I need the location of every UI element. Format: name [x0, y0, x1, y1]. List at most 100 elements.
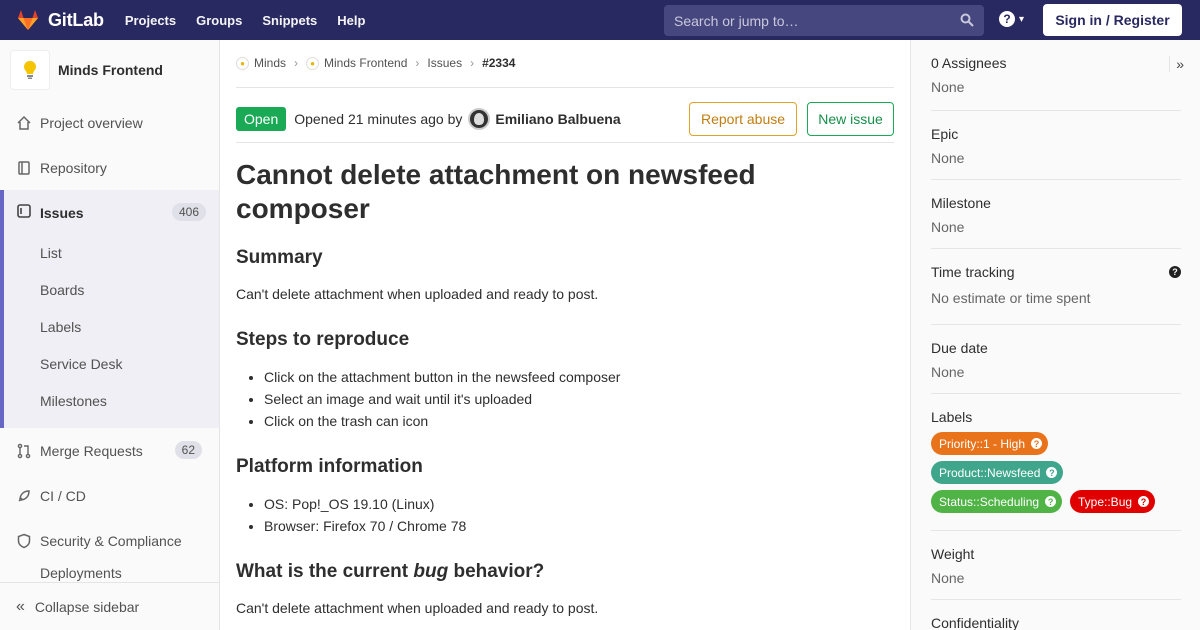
sidebar-item-security[interactable]: Security & Compliance — [0, 518, 219, 563]
list-item: Select an image and wait until it's uplo… — [264, 388, 620, 410]
sidebar-item-deployments[interactable]: Deployments — [0, 563, 219, 583]
due-date-block: Due date None — [931, 340, 1181, 394]
gitlab-tanuki-icon — [18, 10, 38, 30]
sidebar-sub-list[interactable]: List — [40, 245, 62, 261]
chevron-down-icon: ▾ — [1019, 13, 1025, 25]
author-name[interactable]: Emiliano Balbuena — [495, 111, 620, 127]
assignees-value: None — [931, 79, 965, 95]
steps-heading: Steps to reproduce — [236, 329, 410, 350]
list-item: OS: Pop!_OS 19.10 (Linux) — [264, 493, 466, 515]
shield-icon — [16, 533, 32, 549]
breadcrumb-current[interactable]: #2334 — [482, 56, 515, 70]
sidebar-item-overview[interactable]: Project overview — [0, 100, 219, 145]
question-icon: ? — [1031, 438, 1043, 449]
signin-button[interactable]: Sign in / Register — [1043, 4, 1182, 36]
current-behavior-heading: What is the current bug behavior? — [236, 561, 545, 582]
steps-list: Click on the attachment button in the ne… — [264, 366, 620, 432]
weight-value: None — [931, 570, 965, 586]
sidebar-sub-labels[interactable]: Labels — [40, 319, 81, 335]
breadcrumb: ● Minds › ● Minds Frontend › Issues › #2… — [236, 56, 515, 70]
question-icon: ? — [1046, 467, 1058, 478]
time-tracking-block: Time tracking ? No estimate or time spen… — [931, 264, 1181, 325]
status-badge: Open — [236, 107, 287, 131]
sidebar-item-label: Deployments — [40, 565, 122, 581]
platform-heading: Platform information — [236, 456, 423, 477]
divider — [236, 142, 894, 143]
sidebar-item-merge-requests[interactable]: Merge Requests 62 — [0, 428, 219, 473]
time-tracking-value: No estimate or time spent — [931, 290, 1091, 306]
nav-snippets[interactable]: Snippets — [262, 13, 317, 28]
help-dropdown[interactable]: ? ▾ — [999, 11, 1024, 27]
sidebar-sub-boards[interactable]: Boards — [40, 282, 84, 298]
assignees-block: 0 Assignees None — [931, 55, 1181, 111]
double-chevron-left-icon: « — [16, 597, 25, 615]
brand-name: GitLab — [48, 9, 104, 30]
summary-heading: Summary — [236, 247, 323, 268]
breadcrumb-project[interactable]: Minds Frontend — [324, 56, 407, 70]
merge-request-icon — [16, 443, 32, 459]
author-avatar[interactable] — [468, 108, 491, 130]
labels-title: Labels — [931, 409, 973, 425]
issues-count-badge: 406 — [171, 203, 206, 221]
issues-icon — [16, 203, 32, 222]
sidebar-item-cicd[interactable]: CI / CD — [0, 473, 219, 518]
label-priority[interactable]: Priority::1 - High? — [931, 432, 1049, 455]
due-date-title: Due date — [931, 340, 988, 356]
lightbulb-icon: ● — [306, 56, 320, 70]
report-abuse-button[interactable]: Report abuse — [689, 102, 797, 136]
label-product[interactable]: Product::Newsfeed? — [931, 461, 1064, 484]
question-icon: ? — [999, 11, 1015, 27]
mr-count-badge: 62 — [174, 441, 202, 459]
issue-main: ● Minds › ● Minds Frontend › Issues › #2… — [236, 40, 894, 630]
collapse-sidebar-button[interactable]: « Collapse sidebar — [0, 582, 219, 630]
time-tracking-title: Time tracking — [931, 264, 1015, 280]
milestone-value: None — [931, 219, 965, 235]
label-status[interactable]: Status::Scheduling? — [931, 490, 1063, 513]
assignees-title: 0 Assignees — [931, 55, 1007, 71]
issue-right-sidebar: » 0 Assignees None Epic None Milestone N… — [910, 40, 1200, 630]
platform-list: OS: Pop!_OS 19.10 (Linux) Browser: Firef… — [264, 493, 466, 537]
epic-value: None — [931, 150, 965, 166]
label-type[interactable]: Type::Bug? — [1070, 490, 1156, 513]
chevron-right-icon: › — [294, 56, 299, 70]
breadcrumb-section[interactable]: Issues — [427, 56, 462, 70]
sidebar-sub-milestones[interactable]: Milestones — [40, 393, 107, 409]
list-item: Click on the trash can icon — [264, 410, 620, 432]
project-name: Minds Frontend — [58, 62, 163, 78]
lightbulb-icon: ● — [236, 56, 249, 70]
nav-groups[interactable]: Groups — [196, 13, 242, 28]
due-date-value: None — [931, 364, 965, 380]
labels-block: Labels Priority::1 - High? Product::News… — [931, 409, 1181, 531]
epic-block: Epic None — [931, 126, 1181, 180]
nav-help[interactable]: Help — [337, 13, 365, 28]
search-input[interactable]: Search or jump to… — [664, 5, 984, 36]
sidebar-item-issues[interactable]: Issues 406 — [16, 190, 219, 235]
nav-links: Projects Groups Snippets Help — [125, 13, 386, 28]
issue-status-row: Open Opened 21 minutes ago by Emiliano B… — [236, 102, 894, 136]
issues-section: Issues 406 List Boards Labels Service De… — [0, 190, 219, 428]
sidebar-item-label: Project overview — [40, 114, 143, 131]
lightbulb-icon — [24, 61, 36, 79]
weight-title: Weight — [931, 546, 975, 562]
question-icon[interactable]: ? — [1169, 266, 1181, 278]
gitlab-logo-link[interactable]: GitLab — [16, 0, 104, 40]
issue-title: Cannot delete attachment on newsfeed com… — [236, 159, 756, 224]
nav-projects[interactable]: Projects — [125, 13, 176, 28]
sidebar-item-label: Issues — [40, 204, 84, 221]
question-icon: ? — [1138, 496, 1150, 507]
weight-block: Weight None — [931, 546, 1181, 600]
new-issue-button[interactable]: New issue — [807, 102, 894, 136]
search-placeholder: Search or jump to… — [674, 12, 799, 29]
book-icon — [16, 160, 32, 176]
sidebar-item-label: Merge Requests — [40, 442, 143, 459]
epic-title: Epic — [931, 126, 959, 142]
breadcrumb-group[interactable]: Minds — [254, 56, 286, 70]
project-header[interactable]: Minds Frontend — [0, 40, 219, 100]
divider — [236, 87, 894, 88]
current-behavior-text: Can't delete attachment when uploaded an… — [236, 600, 599, 616]
sidebar-item-repository[interactable]: Repository — [0, 145, 219, 190]
sidebar-sub-service-desk[interactable]: Service Desk — [40, 356, 122, 372]
milestone-title: Milestone — [931, 195, 991, 211]
opened-text: Opened 21 minutes ago by — [294, 111, 463, 127]
milestone-block: Milestone None — [931, 195, 1181, 249]
